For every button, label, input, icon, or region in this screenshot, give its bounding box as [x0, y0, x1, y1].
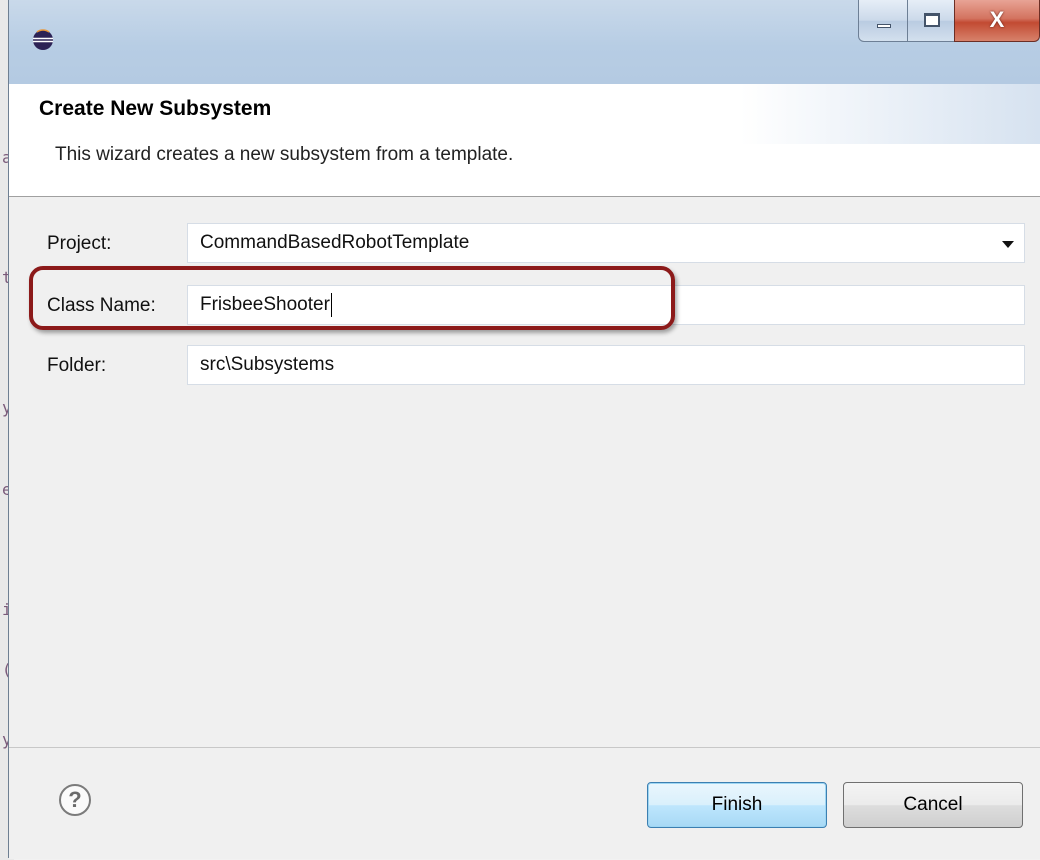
close-icon: X — [989, 7, 1005, 32]
header-banner — [740, 84, 1040, 144]
page-title: Create New Subsystem — [39, 97, 272, 120]
maximize-icon — [924, 13, 940, 27]
close-button[interactable]: X — [954, 0, 1040, 42]
help-icon[interactable]: ? — [59, 784, 91, 816]
wizard-header: Create New Subsystem This wizard creates… — [9, 84, 1040, 197]
title-bar[interactable]: X — [9, 0, 1040, 84]
minimize-button[interactable] — [858, 0, 908, 42]
form-area: Project: CommandBasedRobotTemplate Class… — [9, 197, 1040, 747]
project-select[interactable]: CommandBasedRobotTemplate — [187, 223, 1025, 263]
page-description: This wizard creates a new subsystem from… — [55, 144, 514, 165]
maximize-button[interactable] — [907, 0, 955, 42]
minimize-icon — [877, 24, 891, 28]
cancel-button[interactable]: Cancel — [843, 782, 1023, 828]
project-value: CommandBasedRobotTemplate — [200, 232, 470, 253]
button-bar: ? Finish Cancel — [9, 747, 1040, 859]
eclipse-icon — [33, 29, 53, 50]
chevron-down-icon[interactable] — [1002, 241, 1014, 248]
folder-value: src\Subsystems — [200, 354, 335, 375]
finish-button[interactable]: Finish — [647, 782, 827, 828]
wizard-dialog: X Create New Subsystem This wizard creat… — [8, 0, 1040, 859]
folder-input[interactable]: src\Subsystems — [187, 345, 1025, 385]
project-label: Project: — [47, 233, 112, 254]
folder-label: Folder: — [47, 355, 107, 376]
class-name-highlight — [29, 266, 675, 330]
